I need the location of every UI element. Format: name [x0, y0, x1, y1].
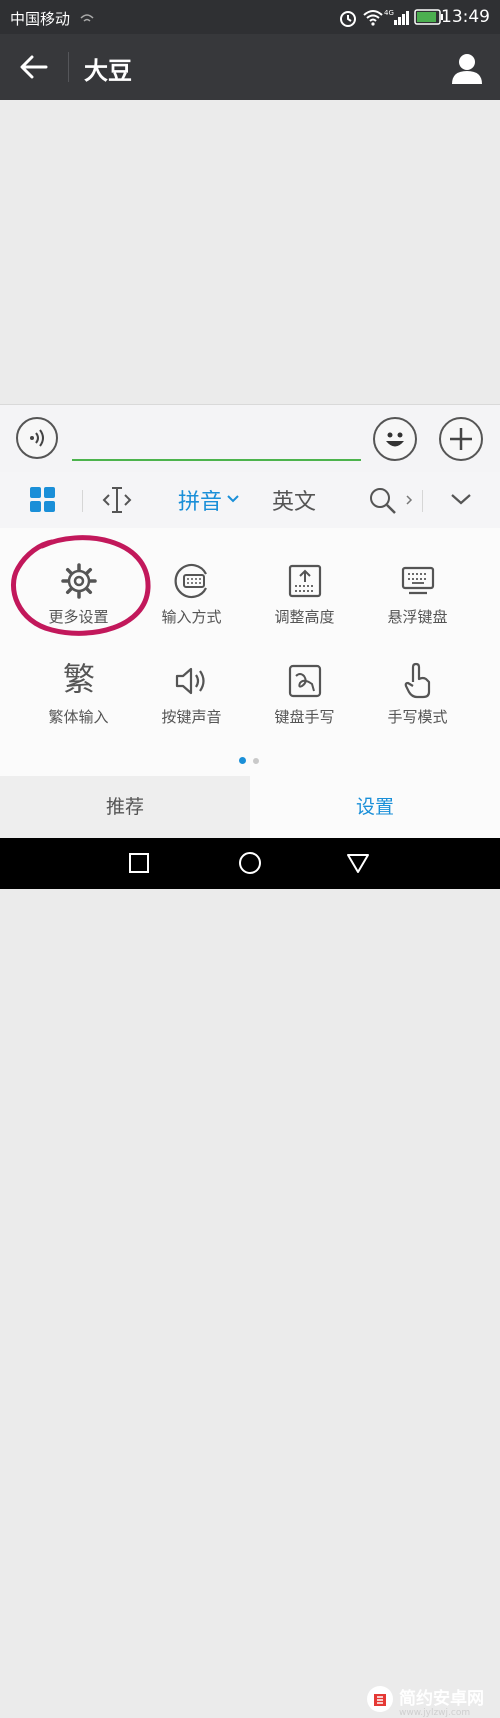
page-indicator-inactive	[253, 758, 259, 764]
page-indicator-active	[239, 757, 246, 764]
recents-icon[interactable]	[128, 852, 150, 874]
svg-text:4G: 4G	[384, 9, 394, 17]
keyboard-handwriting-label: 键盘手写	[274, 708, 335, 726]
traditional-chinese-icon: 繁	[62, 660, 95, 698]
key-sound-label: 按键声音	[161, 708, 222, 726]
bottom-tabs: 推荐 设置	[0, 776, 500, 838]
emoji-button[interactable]	[373, 417, 417, 461]
english-mode[interactable]: 英文	[272, 484, 316, 516]
traditional-input-button[interactable]: 繁 繁体输入	[16, 658, 141, 754]
signal-extra-icon	[80, 14, 94, 22]
gear-icon	[61, 563, 97, 599]
keyboard-mode-icon	[174, 563, 207, 599]
profile-icon[interactable]	[450, 51, 484, 85]
traditional-input-label: 繁体输入	[48, 708, 109, 726]
message-input[interactable]	[72, 459, 361, 461]
home-icon[interactable]	[238, 851, 262, 875]
floating-keyboard-label: 悬浮键盘	[387, 608, 448, 626]
voice-icon	[30, 429, 44, 447]
adjust-height-button[interactable]: 调整高度	[242, 558, 367, 654]
keyboard-toolbar: 拼音 英文	[0, 472, 500, 529]
watermark: 简约安卓网 www.jylzwj.com	[365, 1684, 484, 1718]
alarm-icon	[340, 11, 356, 27]
carrier-label: 中国移动	[10, 10, 71, 28]
input-method-button[interactable]: 输入方式	[129, 558, 254, 654]
input-method-label: 输入方式	[161, 608, 222, 626]
cellular-signal-icon: 4G	[384, 9, 409, 25]
keyboard-handwriting-button[interactable]: 键盘手写	[242, 658, 367, 754]
toolbar-divider	[82, 490, 83, 512]
handwriting-mode-button[interactable]: 手写模式	[355, 658, 480, 754]
back-nav-icon[interactable]	[346, 852, 370, 874]
status-bar: 中国移动 4G 13:49	[0, 0, 500, 34]
clock: 13:49	[441, 7, 490, 27]
more-settings-button[interactable]: 更多设置	[16, 558, 141, 654]
plus-icon	[450, 428, 472, 450]
floating-keyboard-button[interactable]: 悬浮键盘	[355, 558, 480, 654]
adjust-height-icon	[288, 564, 322, 598]
tab-settings[interactable]: 设置	[250, 776, 500, 838]
watermark-url: www.jylzwj.com	[399, 1708, 471, 1718]
key-sound-button[interactable]: 按键声音	[129, 658, 254, 754]
battery-icon	[414, 9, 443, 25]
chevron-down-icon[interactable]	[226, 494, 240, 504]
menu-grid-icon[interactable]	[30, 487, 56, 513]
collapse-keyboard-icon[interactable]	[450, 492, 472, 506]
keyboard-handwriting-icon	[288, 664, 322, 698]
navigation-bar: 简约安卓网 www.jylzwj.com	[0, 838, 500, 1718]
input-bar	[0, 404, 500, 473]
chat-title: 大豆	[84, 57, 132, 85]
watermark-logo-icon	[367, 1686, 393, 1712]
watermark-text: 简约安卓网	[399, 1689, 484, 1709]
search-icon[interactable]	[368, 486, 398, 516]
more-settings-label: 更多设置	[48, 608, 109, 626]
wifi-icon	[363, 10, 383, 26]
toolbar-divider	[422, 490, 423, 512]
handwriting-mode-icon	[404, 662, 431, 699]
settings-panel: 更多设置 输入方式 调整高度 悬浮键盘 繁 繁体输入 按键声音 键盘手写 手写模…	[0, 528, 500, 776]
tab-recommend[interactable]: 推荐	[0, 776, 250, 838]
cursor-move-icon[interactable]	[101, 486, 133, 514]
chat-area[interactable]	[0, 100, 500, 404]
handwriting-mode-label: 手写模式	[387, 708, 448, 726]
smiley-icon	[386, 432, 404, 447]
title-divider	[68, 52, 69, 82]
voice-input-button[interactable]	[16, 417, 58, 459]
pinyin-mode[interactable]: 拼音	[178, 484, 222, 516]
adjust-height-label: 调整高度	[274, 608, 335, 626]
back-arrow-icon[interactable]	[20, 54, 48, 80]
floating-keyboard-icon	[401, 566, 435, 595]
speaker-icon	[175, 667, 205, 695]
title-bar: 大豆	[0, 34, 500, 100]
more-button[interactable]	[439, 417, 483, 461]
chevron-right-icon[interactable]	[404, 494, 414, 506]
